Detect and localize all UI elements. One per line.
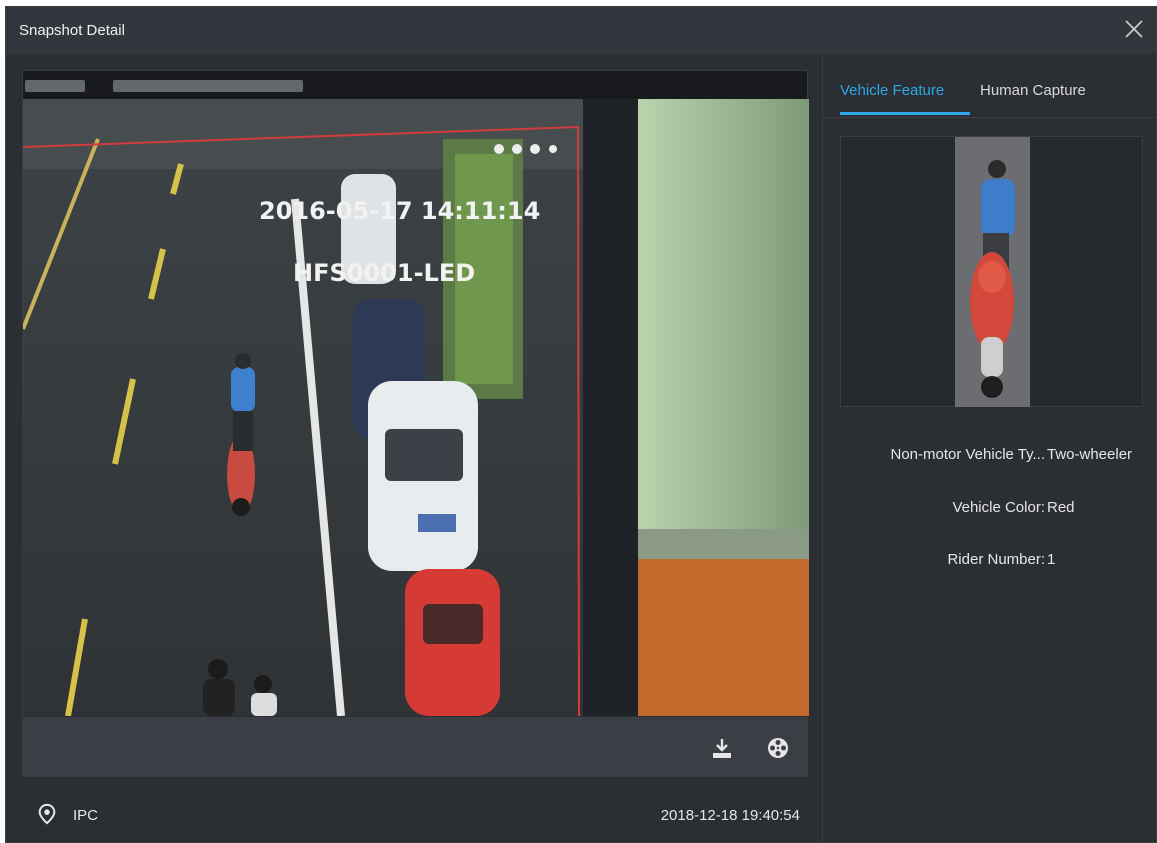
location-pin-icon bbox=[38, 803, 56, 825]
attribute-label: Rider Number: bbox=[947, 551, 1045, 568]
attribute-value: Two-wheeler bbox=[1047, 446, 1133, 463]
tab-human-capture[interactable]: Human Capture bbox=[980, 82, 1086, 99]
tab-vehicle-feature[interactable]: Vehicle Feature bbox=[840, 82, 944, 99]
detail-pane: Vehicle Feature Human Capture Non-motor bbox=[822, 54, 1157, 843]
attribute-value: 1 bbox=[1047, 551, 1056, 568]
overlay-caption: HFS0001-LED bbox=[293, 259, 475, 287]
snapshot-detail-dialog: Snapshot Detail 2016-05-17 14:11:14 HFS0… bbox=[5, 6, 1157, 843]
attribute-value: Red bbox=[1047, 499, 1075, 516]
active-tab-indicator bbox=[840, 112, 970, 115]
attribute-label: Non-motor Vehicle Ty... bbox=[890, 446, 1045, 463]
film-reel-icon[interactable] bbox=[766, 736, 790, 760]
snapshot-viewer: 2016-05-17 14:11:14 HFS0001-LED bbox=[22, 70, 809, 777]
dialog-titlebar: Snapshot Detail bbox=[6, 7, 1156, 54]
snapshot-pane: 2016-05-17 14:11:14 HFS0001-LED IPC 2018… bbox=[6, 54, 822, 843]
redacted-text bbox=[25, 80, 85, 92]
redacted-text bbox=[113, 80, 303, 92]
vehicle-thumbnail-frame bbox=[840, 136, 1143, 407]
attribute-row: Vehicle Color: Red bbox=[840, 499, 1155, 521]
snapshot-footer: IPC 2018-12-18 19:40:54 bbox=[22, 796, 808, 832]
snapshot-image[interactable]: 2016-05-17 14:11:14 HFS0001-LED bbox=[23, 99, 809, 716]
device-name: IPC bbox=[73, 807, 99, 824]
attribute-row: Rider Number: 1 bbox=[840, 551, 1155, 573]
snapshot-toolbar bbox=[23, 716, 807, 777]
capture-timestamp: 2018-12-18 19:40:54 bbox=[660, 807, 800, 824]
attribute-label: Vehicle Color: bbox=[952, 499, 1045, 516]
download-icon[interactable] bbox=[710, 736, 734, 760]
detail-tabs: Vehicle Feature Human Capture bbox=[823, 54, 1157, 118]
attribute-row: Non-motor Vehicle Ty... Two-wheeler bbox=[840, 446, 1155, 468]
vehicle-thumbnail[interactable] bbox=[955, 137, 1030, 407]
overlay-timestamp: 2016-05-17 14:11:14 bbox=[259, 197, 540, 225]
dialog-title: Snapshot Detail bbox=[19, 22, 125, 39]
close-icon[interactable] bbox=[1122, 17, 1146, 41]
video-header bbox=[23, 71, 807, 99]
